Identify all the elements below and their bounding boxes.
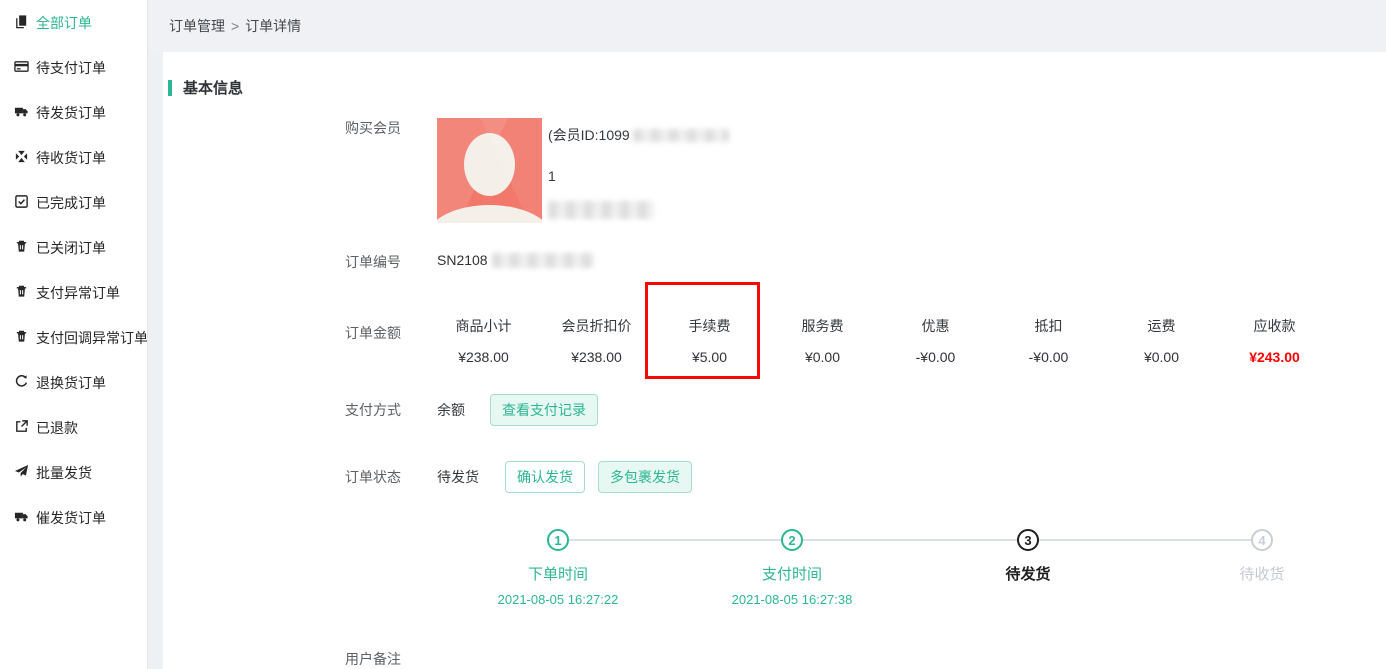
sidebar-item-completed-orders[interactable]: 已完成订单 [0,180,147,225]
breadcrumb-order-detail: 订单详情 [245,16,301,36]
sidebar-item-pending-receipt[interactable]: 待收货订单 [0,135,147,180]
step-connector [1039,539,1251,541]
sidebar-item-return-exchange[interactable]: 退换货订单 [0,360,147,405]
return-exchange-icon [14,374,36,392]
step-circle-4: 4 [1251,529,1273,551]
step-label-pending-receipt: 待收货 [1162,563,1362,584]
orders-all-icon [14,14,36,32]
breadcrumb: 订单管理 > 订单详情 [148,0,1386,52]
step-label-pending-shipment: 待发货 [928,563,1128,584]
row-user-remark: 用户备注 [345,649,1366,669]
closed-orders-icon [14,239,36,257]
step-circle-1: 1 [547,529,569,551]
order-progress-steps: 1 2 3 4 下单时间 支付时间 待发货 待收货 2021-08-05 16:… [163,52,1386,669]
sidebar-item-label: 退换货订单 [36,373,106,393]
sidebar-item-label: 已退款 [36,418,78,438]
payment-callback-exception-icon [14,329,36,347]
order-detail-card: 基本信息 购买会员 (会员ID:1099 1 订单编号 SN2108 订单金额 … [163,52,1386,669]
completed-orders-icon [14,194,36,212]
breadcrumb-orders[interactable]: 订单管理 [169,16,225,36]
step-label-order-time: 下单时间 [458,563,658,584]
sidebar-item-pending-shipment[interactable]: 待发货订单 [0,90,147,135]
pending-receipt-icon [14,149,36,167]
step-connector [803,539,1017,541]
sidebar-item-batch-ship[interactable]: 批量发货 [0,450,147,495]
step-label-payment-time: 支付时间 [692,563,892,584]
sidebar-item-label: 待发货订单 [36,103,106,123]
refunded-icon [14,419,36,437]
urge-ship-icon [14,509,36,527]
batch-ship-icon [14,464,36,482]
sidebar-item-payment-exception[interactable]: 支付异常订单 [0,270,147,315]
step-time-payment: 2021-08-05 16:27:38 [682,592,902,607]
sidebar-item-label: 待支付订单 [36,58,106,78]
sidebar-item-refunded[interactable]: 已退款 [0,405,147,450]
sidebar-item-label: 已关闭订单 [36,238,106,258]
step-circle-3: 3 [1017,529,1039,551]
breadcrumb-separator: > [231,18,239,34]
sidebar-item-label: 催发货订单 [36,508,106,528]
pending-payment-icon [14,59,36,77]
sidebar-item-label: 支付异常订单 [36,283,120,303]
sidebar-item-label: 支付回调异常订单 [36,328,147,348]
sidebar-item-label: 全部订单 [36,13,92,33]
step-time-order: 2021-08-05 16:27:22 [448,592,668,607]
sidebar-item-pending-payment[interactable]: 待支付订单 [0,45,147,90]
sidebar-item-all-orders[interactable]: 全部订单 [0,0,147,45]
pending-shipment-icon [14,104,36,122]
sidebar-item-payment-callback-exception[interactable]: 支付回调异常订单 [0,315,147,360]
payment-exception-icon [14,284,36,302]
sidebar-item-closed-orders[interactable]: 已关闭订单 [0,225,147,270]
sidebar-item-label: 待收货订单 [36,148,106,168]
sidebar-item-label: 已完成订单 [36,193,106,213]
step-connector [569,539,781,541]
orders-sidebar: 全部订单 待支付订单 待发货订单 待收货订单 已完成订单 已关闭订单 支付异常订… [0,0,148,669]
sidebar-item-urge-ship[interactable]: 催发货订单 [0,495,147,540]
user-remark-label: 用户备注 [345,649,437,669]
sidebar-item-label: 批量发货 [36,463,92,483]
step-circle-2: 2 [781,529,803,551]
